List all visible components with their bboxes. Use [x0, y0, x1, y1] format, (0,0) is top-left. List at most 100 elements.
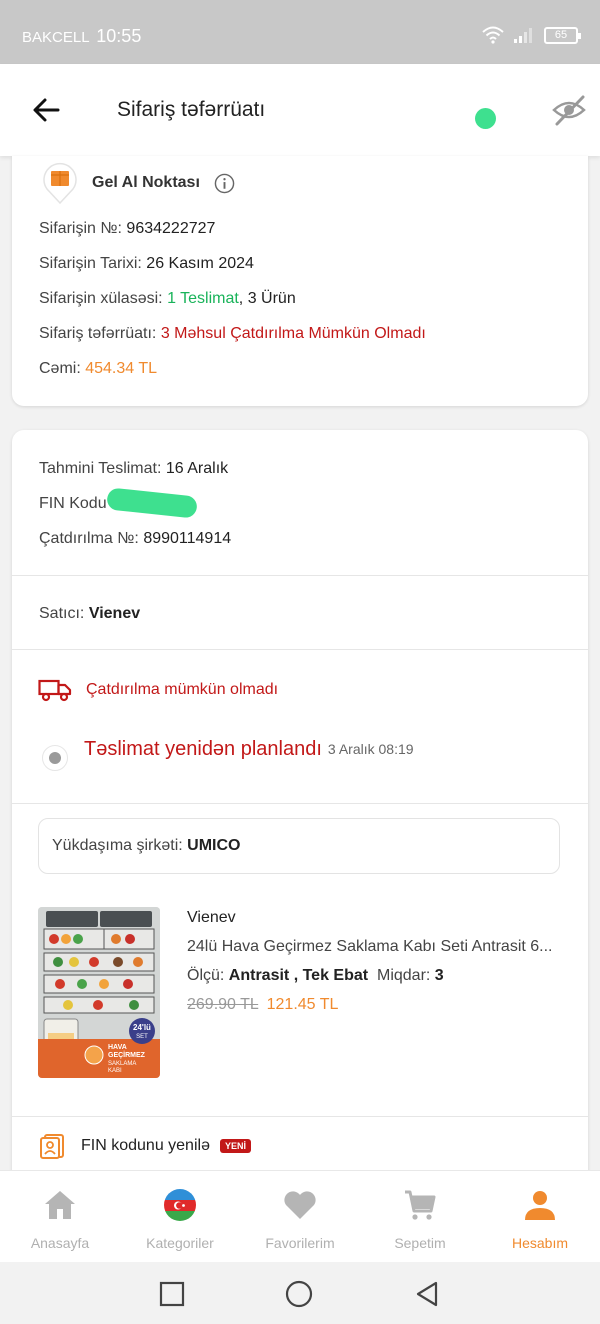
pickup-label: Gel Al Noktası: [92, 174, 200, 191]
nav-label-favorites: Favorilerim: [265, 1235, 335, 1251]
fin-code-redaction: [106, 487, 198, 519]
azerbaijan-flag-icon: [164, 1189, 196, 1221]
user-icon: [525, 1191, 555, 1220]
eye-off-icon[interactable]: [551, 92, 587, 128]
fin-refresh-label[interactable]: FIN kodunu yenilə: [81, 1137, 210, 1155]
order-number-label: Sifarişin №:: [39, 220, 122, 237]
order-total-value: 454.34 TL: [85, 360, 157, 377]
seller-label: Satıcı:: [39, 605, 85, 622]
nav-label-cart: Sepetim: [394, 1235, 446, 1251]
image-text-line1: HAVA: [108, 1044, 127, 1051]
back-triangle-icon[interactable]: [413, 1280, 441, 1308]
cart-icon: [405, 1190, 436, 1220]
order-date-label: Sifarişin Tarixi:: [39, 255, 142, 272]
delivery-status-row: Çatdırılma mümkün olmadı: [38, 678, 278, 702]
signal-icon: [514, 28, 532, 43]
app-header: Sifariş təfərrüatı: [0, 64, 600, 156]
estimated-delivery-label: Tahmini Teslimat:: [39, 460, 162, 477]
divider: [12, 649, 588, 650]
nav-item-favorites[interactable]: Favorilerim: [240, 1171, 360, 1262]
heart-icon: [284, 1191, 316, 1219]
truck-icon: [38, 679, 72, 702]
seller-line[interactable]: Satıcı: Vienev: [39, 605, 140, 623]
home-icon: [45, 1191, 75, 1219]
carrier-label: Yükdaşıma şirkəti:: [52, 837, 183, 854]
carrier-line: Yükdaşıma şirkəti: UMICO: [52, 837, 241, 855]
system-nav-bar: [0, 1262, 600, 1324]
order-total-label: Cəmi:: [39, 360, 81, 377]
status-left: BAKCELL 10:55: [22, 26, 141, 47]
nav-item-categories[interactable]: Kategoriler: [120, 1171, 240, 1262]
green-dot-marker: [475, 108, 496, 129]
timeline-time: 3 Aralık 08:19: [327, 741, 414, 757]
size-value: Antrasit , Tek Ebat: [228, 967, 369, 984]
fin-refresh-row[interactable]: FIN kodunu yenilə YENİ: [39, 1132, 251, 1160]
quantity-value: 3: [434, 967, 444, 984]
order-summary-label: Sifarişin xülasəsi:: [39, 290, 163, 307]
new-price: 121.45 TL: [266, 996, 339, 1013]
image-text-line4: KABI: [108, 1068, 122, 1074]
battery-icon: 65: [544, 26, 581, 44]
carrier-name: BAKCELL: [22, 29, 90, 46]
nav-item-cart[interactable]: Sepetim: [360, 1171, 480, 1262]
estimated-delivery-line: Tahmini Teslimat: 16 Aralık: [39, 460, 228, 478]
order-detail-line: Sifariş təfərrüatı: 3 Məhsul Çatdırılma …: [39, 325, 426, 343]
badge-set-text: SET: [136, 1034, 148, 1040]
carrier-box: Yükdaşıma şirkəti: UMICO: [38, 818, 560, 874]
badge-count-text: 24'lü: [133, 1023, 151, 1032]
id-card-icon: [40, 1134, 64, 1159]
order-total-line: Cəmi: 454.34 TL: [39, 360, 157, 378]
order-summary-items: , 3 Ürün: [238, 290, 296, 307]
product-name[interactable]: 24lü Hava Geçirmez Saklama Kabı Seti Ant…: [187, 938, 567, 956]
seller-name[interactable]: Vienev: [89, 605, 140, 622]
delivery-status-text: Çatdırılma mümkün olmadı: [86, 681, 279, 698]
info-icon[interactable]: [214, 173, 235, 194]
status-bar: BAKCELL 10:55 65: [0, 0, 600, 64]
order-date-value: 26 Kasım 2024: [146, 255, 254, 272]
product-image-illustration: 24'lü SET HAVA GEÇİRMEZ SAKLAMA KABI: [38, 907, 160, 1078]
wifi-icon: [482, 26, 504, 44]
new-badge: YENİ: [219, 1139, 251, 1153]
home-circle-icon[interactable]: [285, 1280, 313, 1308]
image-text-line2: GEÇİRMEZ: [108, 1051, 146, 1059]
product-image[interactable]: 24'lü SET HAVA GEÇİRMEZ SAKLAMA KABI: [38, 907, 160, 1078]
back-arrow-icon[interactable]: [28, 92, 64, 128]
nav-item-account[interactable]: Hesabım: [480, 1171, 600, 1262]
status-right: 65: [482, 26, 581, 44]
order-date-line: Sifarişin Tarixi: 26 Kasım 2024: [39, 255, 254, 273]
pickup-row: Gel Al Noktası: [42, 162, 235, 204]
clock: 10:55: [96, 26, 142, 46]
order-detail-value: 3 Məhsul Çatdırılma Mümkün Olmadı: [160, 325, 426, 342]
product-attributes: Ölçü: Antrasit , Tek Ebat Miqdar: 3: [187, 967, 444, 985]
nav-label-home: Anasayfa: [30, 1235, 90, 1251]
divider: [12, 803, 588, 804]
page-title: Sifariş təfərrüatı: [117, 98, 266, 121]
order-summary-line: Sifarişin xülasəsi: 1 Teslimat, 3 Ürün: [39, 290, 296, 308]
quantity-label: Miqdar:: [376, 967, 431, 984]
nav-item-home[interactable]: Anasayfa: [0, 1171, 120, 1262]
product-price: 269.90 TL 121.45 TL: [187, 996, 338, 1014]
delivery-number-label: Çatdırılma №:: [39, 530, 139, 547]
order-number-value: 9634222727: [126, 220, 216, 237]
recent-apps-icon[interactable]: [158, 1280, 186, 1308]
delivery-number-line: Çatdırılma №: 8990114914: [39, 530, 231, 548]
nav-label-categories: Kategoriler: [146, 1235, 214, 1251]
divider: [12, 1116, 588, 1117]
delivery-number-value: 8990114914: [143, 530, 232, 547]
estimated-delivery-value: 16 Aralık: [165, 460, 229, 477]
order-summary-delivery: 1 Teslimat: [167, 290, 239, 307]
fin-code-line: FIN Kodu: [39, 495, 107, 513]
order-detail-label: Sifariş təfərrüatı:: [39, 325, 157, 342]
bottom-nav: Anasayfa Kategoriler Favorilerim Sepetim…: [0, 1170, 600, 1262]
size-label: Ölçü:: [187, 967, 225, 984]
carrier-value: UMICO: [187, 837, 241, 854]
product-seller[interactable]: Vienev: [187, 909, 236, 927]
timeline-dot: [42, 745, 68, 771]
pickup-pin-icon: [43, 162, 77, 204]
shipment-card: Tahmini Teslimat: 16 Aralık FIN Kodu Çat…: [12, 430, 588, 1190]
timeline-entry: Təslimat yenidən planlandı 3 Aralık 08:1…: [42, 727, 414, 771]
image-text-line3: SAKLAMA: [108, 1061, 136, 1067]
divider: [12, 575, 588, 576]
fin-code-label: FIN Kodu: [39, 495, 107, 512]
nav-label-account: Hesabım: [511, 1235, 569, 1251]
